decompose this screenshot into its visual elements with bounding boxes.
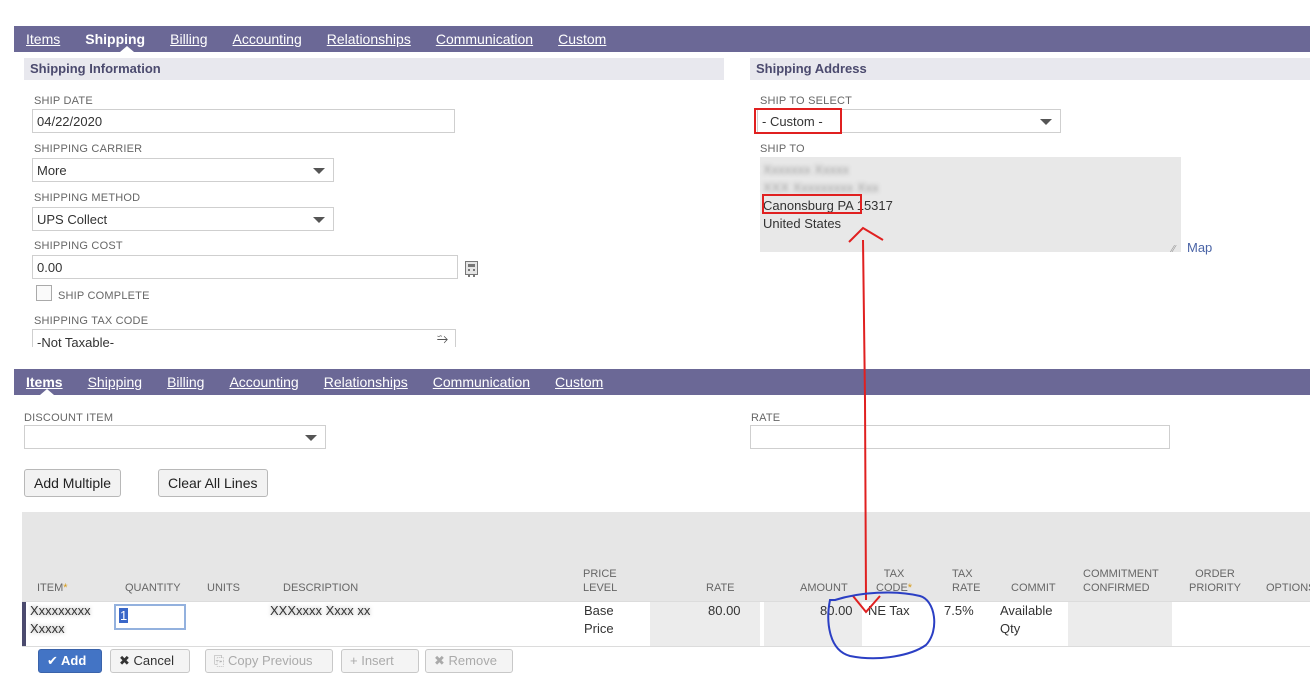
remove-line-button[interactable]: ✖ Remove [425,649,513,673]
tab-shipping[interactable]: Shipping [85,31,145,47]
col-quantity: QUANTITY [125,582,181,594]
row-tax-code[interactable]: NE Tax [868,602,910,646]
rate-label: RATE [751,412,781,424]
col-description: DESCRIPTION [283,582,359,594]
ship-date-input[interactable]: 04/22/2020 [32,109,455,133]
shipping-method-label: SHIPPING METHOD [34,192,141,204]
map-link[interactable]: Map [1187,240,1212,255]
tab-billing[interactable]: Billing [167,374,204,390]
shipping-method-select[interactable]: UPS Collect [32,207,334,231]
shipping-address-heading: Shipping Address [750,58,1310,80]
tab-custom[interactable]: Custom [558,31,606,47]
checkmark-icon: ✔ [47,653,62,668]
double-chevron-down-icon[interactable]: ⭇ [437,330,448,347]
row-amount[interactable]: 80.00 [820,602,853,646]
tab-communication[interactable]: Communication [436,31,533,47]
col-amount: AMOUNT [800,582,848,594]
tab-shipping[interactable]: Shipping [88,374,143,390]
shipping-tax-code-select[interactable]: -Not Taxable- [32,329,456,347]
ship-to-label: SHIP TO [760,143,805,155]
tab-items[interactable]: Items [26,31,60,47]
col-commitment-confirmed: COMMITMENT CONFIRMED [1083,568,1159,594]
tab-accounting[interactable]: Accounting [229,374,298,390]
col-units: UNITS [207,582,240,594]
insert-line-button[interactable]: + Insert [341,649,419,673]
redacted-name-line: Xxxxxxx Xxxxx [763,162,849,177]
col-options: OPTIONS [1266,582,1310,594]
row-rate-cell [650,602,760,646]
tab-relationships[interactable]: Relationships [324,374,408,390]
close-icon: ✖ [119,653,134,668]
copy-icon: ⎘ [214,653,229,668]
col-price-level: PRICE LEVEL [583,568,618,594]
annotation-box-city-state [762,194,862,214]
row-price-level[interactable]: Base Price [584,602,614,646]
tab-relationships[interactable]: Relationships [327,31,411,47]
discount-item-label: DISCOUNT ITEM [24,412,114,424]
add-multiple-button[interactable]: Add Multiple [24,469,122,497]
shipping-information-heading: Shipping Information [24,58,724,80]
row-divider [22,646,1310,647]
col-tax-rate: TAX RATE [952,568,981,594]
tab-custom[interactable]: Custom [555,374,603,390]
annotation-box-ship-to-select [754,108,842,134]
active-tab-caret [120,46,134,52]
cancel-line-button[interactable]: ✖ Cancel [110,649,190,673]
shipping-tax-code-label: SHIPPING TAX CODE [34,315,149,327]
tab-communication[interactable]: Communication [433,374,530,390]
resize-handle-icon[interactable]: ∕∕ [1172,244,1175,255]
ship-complete-label: SHIP COMPLETE [58,290,150,302]
shipping-cost-input[interactable]: 0.00 [32,255,458,279]
subtab-bar-bottom: Items Shipping Billing Accounting Relati… [14,369,1310,395]
shipping-carrier-select[interactable]: More [32,158,334,182]
shipping-carrier-label: SHIPPING CARRIER [34,143,143,155]
add-line-button[interactable]: ✔ Add [38,649,102,673]
tab-billing[interactable]: Billing [170,31,207,47]
col-item: ITEM* [37,582,68,594]
discount-item-select[interactable] [24,425,326,449]
col-order-priority: ORDER PRIORITY [1189,568,1241,594]
copy-previous-button[interactable]: ⎘ Copy Previous [205,649,333,673]
ship-to-country-line: United States [763,216,842,231]
ship-to-select-label: SHIP TO SELECT [760,95,853,107]
quantity-input[interactable]: 1 [114,604,186,630]
trash-icon: ✖ [434,653,449,668]
col-commit: COMMIT [1011,582,1056,594]
subtab-bar-top: Items Shipping Billing Accounting Relati… [14,26,1310,52]
tab-accounting[interactable]: Accounting [232,31,301,47]
calculator-icon[interactable] [465,261,478,277]
row-rate[interactable]: 80.00 [708,602,741,646]
active-tab-caret [40,389,54,395]
row-commitment-cell [1068,602,1172,646]
row-tax-rate[interactable]: 7.5% [944,602,974,646]
clear-all-lines-button[interactable]: Clear All Lines [158,469,268,497]
discount-rate-input[interactable] [750,425,1170,449]
shipping-cost-label: SHIPPING COST [34,240,123,252]
row-description-redacted[interactable]: XXXxxxx Xxxx xx [270,602,390,646]
row-commit[interactable]: Available Qty [1000,602,1053,646]
plus-icon: + [350,653,362,668]
col-tax-code: TAX CODE* [876,568,913,594]
ship-complete-checkbox[interactable] [36,285,52,301]
ship-date-label: SHIP DATE [34,95,93,107]
row-item-redacted[interactable]: Xxxxxxxxx Xxxxx [30,602,106,646]
col-rate: RATE [706,582,735,594]
tab-items[interactable]: Items [26,374,63,390]
row-selected-marker [22,602,26,646]
